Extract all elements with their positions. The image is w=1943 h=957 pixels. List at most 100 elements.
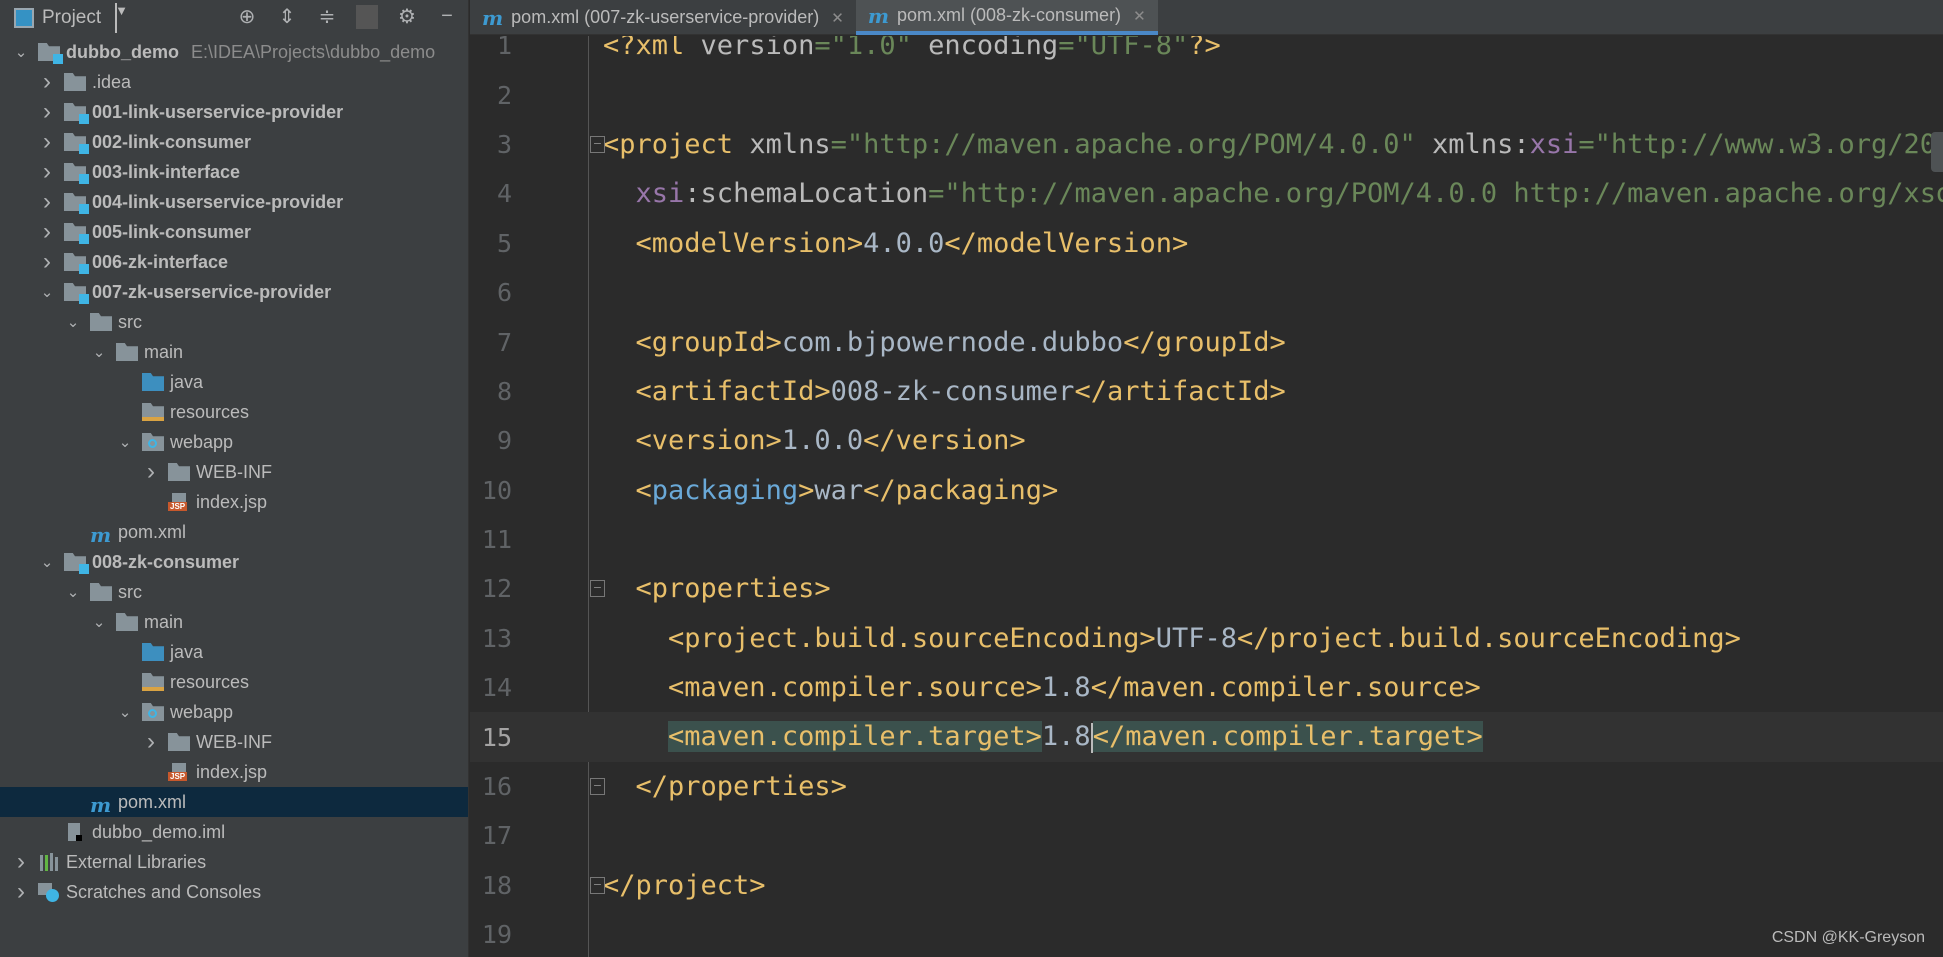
chevron-down-icon[interactable]: ⌄ [38, 553, 56, 571]
reader-mode-badge[interactable] [1931, 132, 1943, 172]
chevron-down-icon[interactable]: ▼ [115, 2, 128, 33]
code-editor[interactable]: 1 <?xml version="1.0" encoding="UTF-8"?> 2… [470, 36, 1943, 957]
code-line[interactable]: 7 <groupId>com.bjpowernode.dubbo</groupI… [470, 317, 1943, 366]
code-line[interactable]: 12 − <properties> [470, 564, 1943, 613]
chevron-down-icon[interactable]: ⌄ [64, 583, 82, 601]
fold-close-icon[interactable]: − [590, 876, 605, 894]
tree-item[interactable]: ⌄ main [0, 607, 468, 637]
code-line[interactable]: 1 <?xml version="1.0" encoding="UTF-8"?> [470, 36, 1943, 70]
code-line[interactable]: 8 <artifactId>008-zk-consumer</artifactI… [470, 367, 1943, 416]
tree-item[interactable]: java [0, 637, 468, 667]
tree-item[interactable]: › 004-link-userservice-provider [0, 187, 468, 217]
chevron-right-icon[interactable]: › [12, 878, 30, 906]
tree-item[interactable]: dubbo_demo.iml [0, 817, 468, 847]
chevron-right-icon[interactable]: › [38, 188, 56, 216]
tab-pom-007[interactable]: m pom.xml (007-zk-userservice-provider) … [470, 0, 856, 35]
tree-item-label: main [144, 341, 184, 362]
code-line[interactable]: 3 − <project xmlns="http://maven.apache.or… [470, 120, 1943, 169]
tree-item[interactable]: m pom.xml [0, 517, 468, 548]
chevron-right-icon[interactable]: › [38, 248, 56, 276]
tree-item[interactable]: › 001-link-userservice-provider [0, 97, 468, 127]
project-panel: Project ▼ ⊕ ⇕ ≑ ⚙ − ⌄ dubbo_demo E:\IDEA\P… [0, 0, 469, 957]
token-text: com.bjpowernode.dubbo [781, 326, 1124, 358]
code-line[interactable]: 15 <maven.compiler.target>1.8</maven.com… [470, 712, 1943, 762]
token-str: ="http://maven.apache.org/POM/4.0.0 http… [928, 178, 1943, 210]
code-line[interactable]: 4 xsi:schemaLocation="http://maven.apach… [470, 169, 1943, 218]
code-line[interactable]: 6 [470, 268, 1943, 317]
jsp-file-icon: JSP [168, 763, 190, 781]
code-line[interactable]: 17 [470, 811, 1943, 860]
close-icon[interactable]: ✕ [831, 9, 844, 27]
tree-item[interactable]: ⌄ webapp [0, 427, 468, 457]
tree-item[interactable]: › 002-link-consumer [0, 127, 468, 157]
chevron-down-icon[interactable]: ⌄ [90, 613, 108, 631]
code-line[interactable]: 10 <packaging>war</packaging> [470, 466, 1943, 515]
tree-item[interactable]: › Scratches and Consoles [0, 877, 468, 907]
maven-file-icon: m [90, 793, 112, 817]
token-tag: </packaging> [863, 474, 1059, 506]
tree-item[interactable]: resources [0, 667, 468, 697]
chevron-right-icon[interactable]: › [12, 848, 30, 876]
chevron-right-icon[interactable]: › [142, 458, 160, 486]
tree-item[interactable]: JSP index.jsp [0, 487, 468, 517]
code-line[interactable]: 19 [470, 910, 1943, 957]
chevron-right-icon[interactable]: › [142, 728, 160, 756]
chevron-right-icon[interactable]: › [38, 158, 56, 186]
chevron-down-icon[interactable]: ⌄ [116, 703, 134, 721]
token-tag: </artifactId> [1074, 375, 1286, 407]
tree-item[interactable]: ⌄ webapp [0, 697, 468, 727]
tree-item[interactable]: ⌄ src [0, 307, 468, 337]
tree-item[interactable]: › WEB-INF [0, 457, 468, 487]
token-ns: xsi [635, 178, 685, 210]
tree-item[interactable]: ⌄ src [0, 577, 468, 607]
code-line[interactable]: 13 <project.build.sourceEncoding>UTF-8</… [470, 614, 1943, 663]
tree-item[interactable]: ⌄ 008-zk-consumer [0, 547, 468, 577]
fold-open-icon[interactable]: − [590, 135, 605, 153]
gear-icon[interactable]: ⚙ [396, 4, 418, 29]
code-line[interactable]: 14 <maven.compiler.source>1.8</maven.com… [470, 663, 1943, 712]
tree-item[interactable]: › External Libraries [0, 847, 468, 877]
tree-item-label: resources [170, 671, 250, 692]
hide-icon[interactable]: − [436, 5, 458, 28]
editor-tabs: m pom.xml (007-zk-userservice-provider) … [470, 0, 1943, 35]
expand-all-icon[interactable]: ⇕ [276, 4, 298, 29]
chevron-right-icon[interactable]: › [38, 98, 56, 126]
chevron-down-icon[interactable]: ⌄ [12, 43, 30, 61]
fold-gutter [512, 367, 603, 416]
tree-item[interactable]: resources [0, 397, 468, 427]
tree-item[interactable]: ⌄ 007-zk-userservice-provider [0, 277, 468, 307]
code-text: </properties> [603, 771, 847, 802]
code-line[interactable]: 18 − </project> [470, 861, 1943, 910]
tree-item[interactable]: java [0, 367, 468, 397]
close-icon[interactable]: ✕ [1133, 7, 1146, 25]
tree-item[interactable]: › 005-link-consumer [0, 217, 468, 247]
chevron-down-icon[interactable]: ⌄ [64, 313, 82, 331]
chevron-right-icon[interactable]: › [38, 68, 56, 96]
tree-item-label: 007-zk-userservice-provider [92, 281, 332, 302]
chevron-right-icon[interactable]: › [38, 128, 56, 156]
fold-close-icon[interactable]: − [590, 777, 605, 795]
tree-item[interactable]: m pom.xml [0, 787, 468, 817]
tree-item[interactable]: ⌄ main [0, 337, 468, 367]
chevron-right-icon[interactable]: › [38, 218, 56, 246]
collapse-all-icon[interactable]: ≑ [316, 4, 338, 29]
tree-item[interactable]: JSP index.jsp [0, 757, 468, 787]
chevron-down-icon[interactable]: ⌄ [38, 283, 56, 301]
tree-item[interactable]: › 006-zk-interface [0, 247, 468, 277]
project-tree[interactable]: ⌄ dubbo_demo E:\IDEA\Projects\dubbo_demo ›.… [0, 37, 468, 907]
tab-pom-008[interactable]: m pom.xml (008-zk-consumer) ✕ [855, 0, 1158, 35]
code-line[interactable]: 11 [470, 515, 1943, 564]
tree-item[interactable]: › 003-link-interface [0, 157, 468, 187]
code-line[interactable]: 16 − </properties> [470, 762, 1943, 811]
tree-item[interactable]: ⌄ dubbo_demo E:\IDEA\Projects\dubbo_demo [0, 37, 468, 67]
chevron-down-icon[interactable]: ⌄ [116, 433, 134, 451]
code-line[interactable]: 5 <modelVersion>4.0.0</modelVersion> [470, 219, 1943, 268]
chevron-down-icon[interactable]: ⌄ [90, 343, 108, 361]
tree-item[interactable]: › .idea [0, 67, 468, 97]
project-view-selector[interactable]: Project [42, 7, 101, 29]
tree-item[interactable]: › WEB-INF [0, 727, 468, 757]
fold-open-icon[interactable]: − [590, 580, 605, 598]
locate-icon[interactable]: ⊕ [236, 4, 258, 29]
code-line[interactable]: 2 [470, 70, 1943, 119]
code-line[interactable]: 9 <version>1.0.0</version> [470, 416, 1943, 465]
